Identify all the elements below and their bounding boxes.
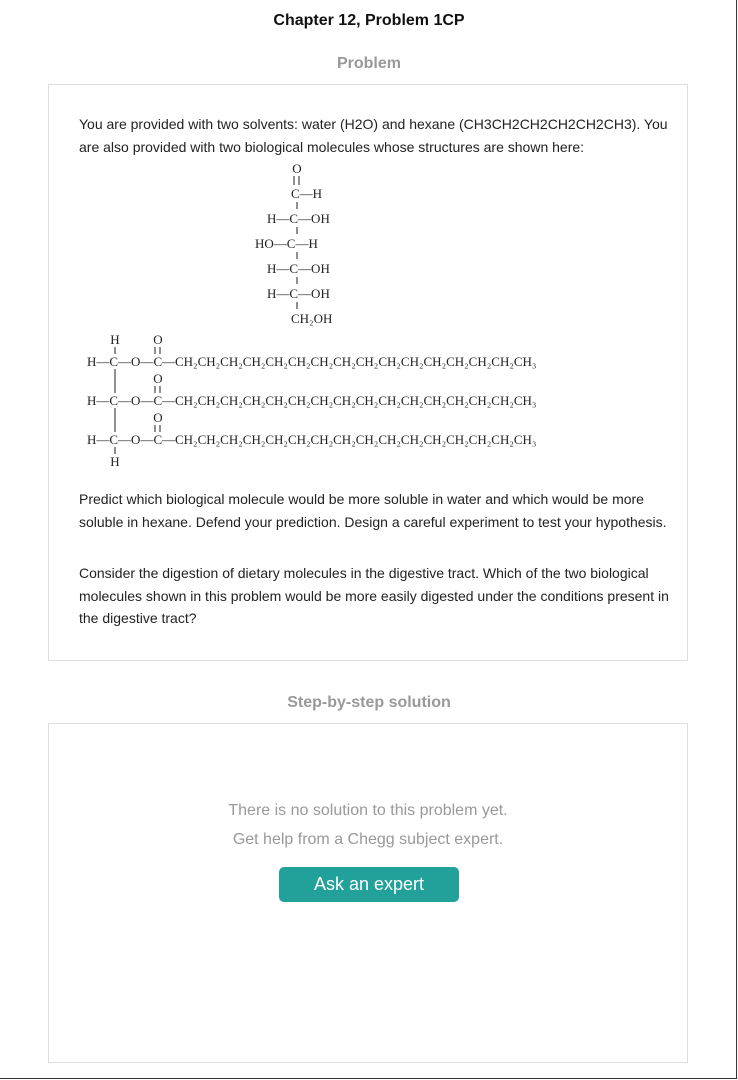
ester-row-1-prefix: H—C—O—C—: [87, 354, 176, 369]
glucose-row-3: HO—C—H: [255, 236, 318, 251]
no-solution-message: There is no solution to this problem yet…: [228, 802, 508, 819]
fatty-acid-chain-2: CH₂CH₂CH₂CH₂CH₂CH₂CH₂CH₂CH₂CH₂CH₂CH₂CH₂C…: [175, 393, 536, 408]
ester-row-2-prefix: H—C—O—C—: [87, 393, 176, 408]
ester-oxygen-1: O: [153, 332, 162, 347]
glucose-carbonyl-oxygen: O: [292, 161, 301, 176]
problem-section-label: Problem: [336, 55, 401, 72]
page-title: Chapter 12, Problem 1CP: [273, 12, 465, 29]
triglyceride-top-hydrogen: H: [110, 332, 119, 347]
glucose-ch2oh: CH₂OH: [291, 311, 332, 326]
ester-row-3-prefix: H—C—O—C—: [87, 432, 176, 447]
ester-oxygen-2: O: [153, 371, 162, 386]
glucose-structure: O C—H H—C—OH HO—C—H H—C—OH H—C—OH CH₂OH: [255, 161, 332, 326]
molecule-structures: O C—H H—C—OH HO—C—H H—C—OH H—C—OH CH₂OH …: [87, 161, 536, 469]
triglyceride-bottom-hydrogen: H: [110, 454, 119, 469]
problem-intro: You are provided with two solvents: wate…: [79, 116, 668, 155]
problem-box: You are provided with two solvents: wate…: [48, 84, 688, 661]
glucose-row-2: H—C—OH: [267, 211, 330, 226]
problem-question-1: Predict which biological molecule would …: [79, 491, 667, 530]
solution-section-label: Step-by-step solution: [287, 694, 451, 711]
solution-box: There is no solution to this problem yet…: [48, 723, 688, 1063]
glucose-row-4: H—C—OH: [267, 261, 330, 276]
ask-an-expert-button[interactable]: Ask an expert: [279, 867, 459, 902]
glucose-aldehyde-row: C—H: [291, 186, 322, 201]
fatty-acid-chain-1: CH₂CH₂CH₂CH₂CH₂CH₂CH₂CH₂CH₂CH₂CH₂CH₂CH₂C…: [175, 354, 536, 369]
fatty-acid-chain-3: CH₂CH₂CH₂CH₂CH₂CH₂CH₂CH₂CH₂CH₂CH₂CH₂CH₂C…: [175, 432, 536, 447]
glucose-row-5: H—C—OH: [267, 286, 330, 301]
triglyceride-structure: H O H—C—O—C— CH₂CH₂CH₂CH₂CH₂CH₂CH₂CH₂CH₂…: [87, 332, 536, 469]
expert-help-message: Get help from a Chegg subject expert.: [232, 831, 504, 848]
problem-question-2: Consider the digestion of dietary molecu…: [79, 565, 669, 626]
ester-oxygen-3: O: [153, 410, 162, 425]
